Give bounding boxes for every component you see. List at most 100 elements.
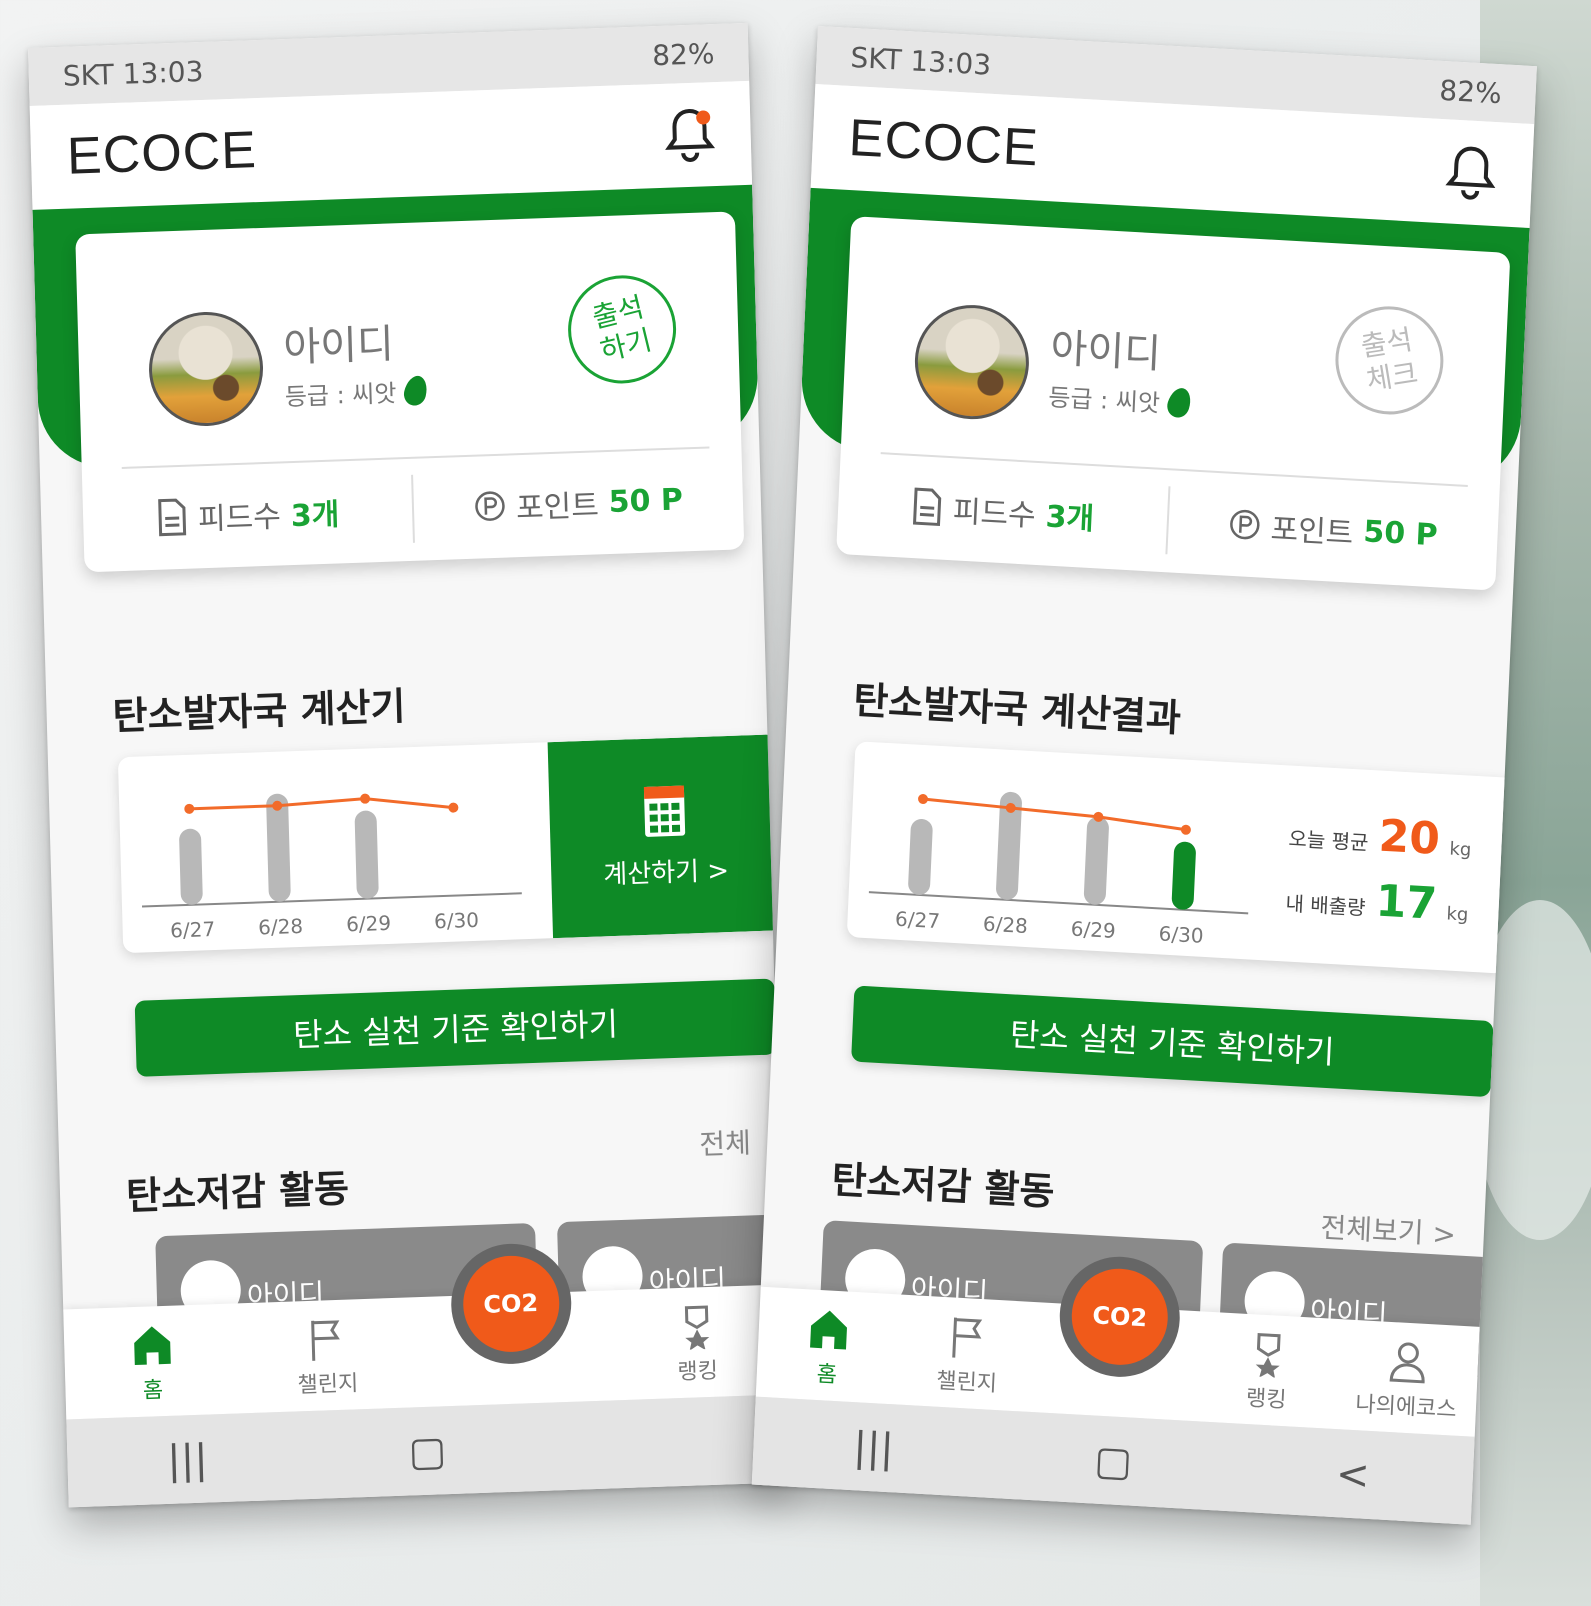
x-tick-label: 6/29: [1070, 916, 1116, 942]
tab-my-ecos[interactable]: 나의에코스: [1345, 1336, 1469, 1425]
point-coin-icon: [1230, 509, 1260, 540]
app-logo: ECOCE: [66, 121, 258, 186]
points-value: 50 P: [608, 481, 684, 520]
x-tick-label: 6/27: [170, 917, 216, 943]
co2-label: CO2: [1091, 1301, 1148, 1333]
chart-bar: [179, 828, 203, 905]
medal-icon: [1255, 1333, 1281, 1379]
tab-label: 홈: [816, 1361, 838, 1389]
home-button[interactable]: ▢: [387, 1427, 468, 1476]
avatar[interactable]: [147, 310, 265, 428]
feeds-stat[interactable]: 피드수 3개: [82, 461, 413, 568]
attendance-label: 출석 하기: [589, 290, 655, 368]
calculator-icon: [643, 785, 686, 837]
app-logo: ECOCE: [847, 108, 1040, 178]
section-title-result: 탄소발자국 계산결과: [852, 678, 1182, 741]
tab-label: 챌린지: [935, 1368, 998, 1398]
average-point: [918, 794, 929, 805]
user-grade: 등급 : 씨앗: [284, 372, 430, 412]
attendance-check-badge[interactable]: 출석 체크: [1327, 298, 1452, 423]
person-icon: [1389, 1342, 1425, 1384]
x-tick-label: 6/28: [982, 912, 1028, 938]
home-button[interactable]: ▢: [1072, 1436, 1154, 1486]
points-label: 포인트: [515, 488, 600, 527]
tab-ranking[interactable]: 랭킹: [636, 1301, 758, 1387]
document-icon: [157, 498, 187, 537]
phone-screen-calculator: SKT 13:03 82% ECOCE 아이디 등급 : 씨앗 출석 하기 피드…: [28, 22, 789, 1508]
view-all-link[interactable]: 전체: [699, 1121, 752, 1163]
grade-text: 등급 : 씨앗: [1047, 383, 1161, 418]
tab-home[interactable]: 홈: [91, 1320, 213, 1406]
attendance-button[interactable]: 출석 하기: [556, 263, 688, 395]
x-tick-label: 6/30: [434, 908, 480, 934]
seed-drop-icon: [1163, 384, 1194, 420]
average-value: 20: [1377, 810, 1442, 865]
average-point: [184, 803, 195, 814]
average-point: [1180, 824, 1191, 835]
view-all-link[interactable]: 전체보기 >: [1320, 1206, 1457, 1254]
tab-ranking[interactable]: 랭킹: [1206, 1328, 1330, 1417]
home-icon: [810, 1310, 847, 1350]
average-point: [448, 802, 459, 813]
calculator-card: 6/27 6/28 6/29 6/30 계산하기 >: [117, 734, 783, 954]
points-label: 포인트: [1269, 512, 1355, 552]
section-title-activity: 탄소저감 활동: [125, 1166, 350, 1219]
feeds-value: 3개: [1044, 499, 1095, 538]
points-stat[interactable]: 포인트 50 P: [1165, 486, 1499, 573]
back-button[interactable]: <: [1312, 1450, 1394, 1500]
emission-summary: 오늘 평균 20 kg 내 배출량 17 kg: [1247, 803, 1473, 945]
avatar[interactable]: [912, 301, 1032, 423]
tab-co2[interactable]: CO2: [442, 1241, 584, 1394]
feeds-stat[interactable]: 피드수 3개: [836, 454, 1169, 568]
feeds-label: 피드수: [952, 494, 1037, 534]
nav-spacer: [627, 1442, 707, 1445]
tab-label: 나의에코스: [1354, 1392, 1458, 1423]
document-icon: [912, 487, 942, 527]
points-stat[interactable]: 포인트 50 P: [411, 463, 744, 543]
tab-home[interactable]: 홈: [766, 1303, 890, 1392]
tab-label: 랭킹: [1245, 1385, 1287, 1414]
tab-challenge[interactable]: 챌린지: [906, 1311, 1030, 1400]
stats-row: 피드수 3개 포인트 50 P: [82, 449, 744, 568]
notification-bell-icon[interactable]: [664, 106, 716, 164]
emission-chart: 6/27 6/28 6/29 6/30: [141, 793, 522, 943]
standards-button[interactable]: 탄소 실천 기준 확인하기: [851, 985, 1494, 1098]
phone-screen-result: SKT 13:03 82% ECOCE 아이디 등급 : 씨앗 출석 체크 피드…: [751, 26, 1537, 1525]
my-emission-value: 17: [1374, 875, 1439, 930]
tab-label: 챌린지: [297, 1371, 359, 1399]
battery-level: 82%: [651, 36, 715, 72]
tab-label: 홈: [142, 1378, 164, 1404]
my-emission-label: 내 배출량: [1285, 891, 1367, 920]
chart-bar: [1171, 841, 1196, 910]
stats-row: 피드수 3개 포인트 50 P: [836, 454, 1499, 587]
chart-bar: [1083, 816, 1109, 905]
today-average-row: 오늘 평균 20 kg: [1251, 803, 1473, 866]
my-emission-unit: kg: [1446, 903, 1469, 926]
average-unit: kg: [1448, 838, 1472, 861]
tab-challenge[interactable]: 챌린지: [266, 1314, 388, 1400]
chart-bar: [908, 818, 933, 895]
seed-drop-icon: [401, 373, 430, 408]
point-coin-icon: [475, 491, 505, 521]
notification-bell-icon[interactable]: [1445, 143, 1497, 202]
user-id: 아이디: [282, 321, 395, 372]
profile-card: 아이디 등급 : 씨앗 출석 하기 피드수 3개 포인트 50 P: [75, 211, 745, 573]
user-id: 아이디: [1049, 325, 1162, 378]
calculate-button[interactable]: 계산하기 >: [547, 734, 783, 939]
x-tick-label: 6/28: [258, 914, 304, 940]
section-title-calculator: 탄소발자국 계산기: [112, 684, 407, 739]
feeds-label: 피드수: [197, 499, 282, 538]
carrier-time: SKT 13:03: [62, 54, 204, 93]
recent-apps-button[interactable]: |||: [833, 1423, 915, 1473]
battery-level: 82%: [1438, 73, 1503, 110]
carrier-time: SKT 13:03: [849, 40, 992, 82]
feeds-value: 3개: [290, 497, 340, 535]
x-tick-label: 6/30: [1158, 921, 1204, 947]
my-emission-row: 내 배출량 17 kg: [1248, 868, 1470, 931]
standards-button[interactable]: 탄소 실천 기준 확인하기: [134, 978, 777, 1077]
home-icon: [133, 1326, 171, 1366]
recent-apps-button[interactable]: |||: [147, 1436, 228, 1485]
average-line: [922, 797, 1187, 832]
tab-co2[interactable]: CO2: [1046, 1253, 1189, 1409]
x-tick-label: 6/27: [895, 907, 941, 933]
